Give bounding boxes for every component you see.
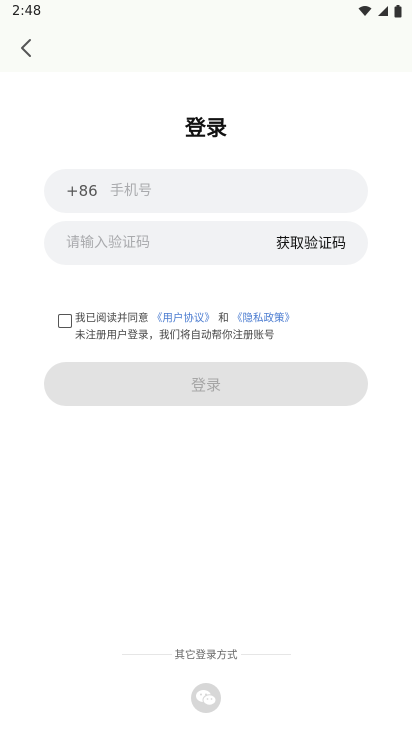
verification-code-input[interactable]: [66, 221, 276, 265]
phone-input[interactable]: [110, 169, 368, 213]
agreement-text: 我已阅读并同意 《用户协议》 和 《隐私政策》: [75, 310, 295, 326]
page-title: 登录: [185, 116, 227, 140]
other-login-header: 其它登录方式: [0, 646, 412, 662]
status-time: 2:48: [12, 4, 42, 19]
divider-right: [240, 653, 291, 655]
agreement-note: 未注册用户登录，我们将自动帮你注册账号: [75, 329, 275, 341]
other-login-label: 其它登录方式: [174, 648, 238, 661]
wifi-icon: [358, 6, 372, 16]
privacy-policy-link[interactable]: 《隐私政策》: [232, 312, 295, 324]
chevron-left-icon: [21, 39, 31, 57]
back-button[interactable]: [10, 32, 42, 64]
battery-icon: [394, 4, 402, 17]
get-code-button[interactable]: 获取验证码: [276, 233, 346, 253]
agreement-prefix: 我已阅读并同意: [75, 312, 149, 324]
agree-checkbox[interactable]: [58, 314, 72, 328]
verification-code-field[interactable]: 获取验证码: [44, 221, 368, 265]
country-code[interactable]: +86: [66, 182, 102, 200]
wechat-icon: [196, 690, 217, 706]
status-icons: [358, 4, 402, 18]
phone-field[interactable]: +86: [44, 169, 368, 213]
user-agreement-link[interactable]: 《用户协议》: [152, 312, 215, 324]
login-button[interactable]: 登录: [44, 362, 368, 406]
wechat-login-button[interactable]: [191, 683, 221, 713]
app-bar: [0, 24, 412, 72]
agreement-and: 和: [218, 312, 229, 324]
divider-left: [121, 653, 172, 655]
signal-icon: [378, 6, 388, 16]
status-bar: 2:48: [0, 0, 412, 24]
